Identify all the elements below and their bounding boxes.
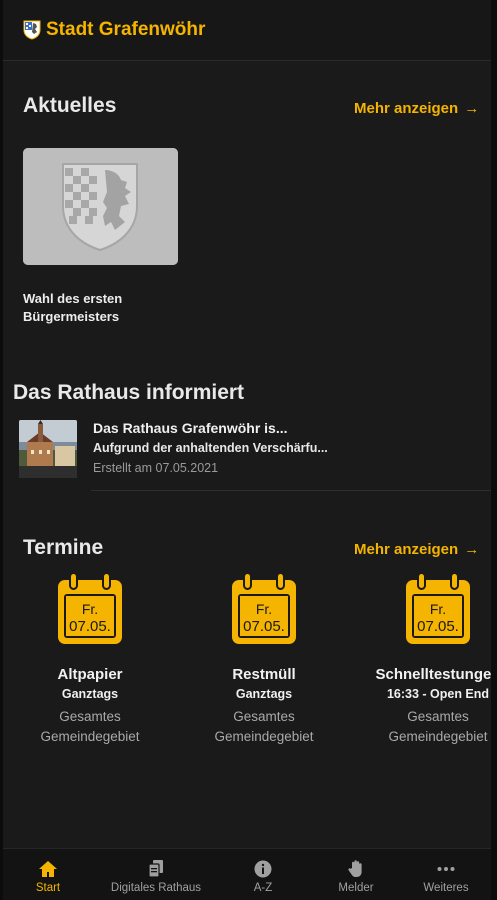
tab-label: A-Z: [253, 882, 273, 894]
town-hall-item-date: Erstellt am 07.05.2021: [93, 461, 219, 475]
event-area-line-2: Gemeindegebiet: [388, 729, 488, 744]
calendar-date: 07.05.: [417, 618, 459, 635]
events-more-label: Mehr anzeigen: [354, 541, 459, 558]
news-card-caption[interactable]: Wahl des ersten Bürgermeisters: [23, 290, 183, 326]
documents-icon: [148, 860, 163, 878]
tab-weiteres[interactable]: Weiteres: [397, 849, 491, 900]
event-area: Gesamtes Gemeindegebiet: [353, 707, 491, 747]
event-area-line-1: Gesamtes: [59, 709, 121, 724]
event-area-line-2: Gemeindegebiet: [40, 729, 140, 744]
info-icon: [254, 860, 272, 878]
calendar-icon: Fr. 07.05.: [232, 572, 296, 644]
tab-label: Digitales Rathaus: [110, 882, 202, 894]
news-more-link[interactable]: Mehr anzeigen →: [354, 100, 479, 117]
tab-label: Melder: [338, 882, 374, 894]
calendar-icon: Fr. 07.05.: [58, 572, 122, 644]
list-divider: [91, 490, 491, 491]
news-section-title: Aktuelles: [23, 94, 117, 117]
more-icon: [437, 867, 455, 871]
calendar-date: 07.05.: [243, 618, 285, 635]
arrow-right-icon: →: [464, 100, 480, 117]
bottom-tab-bar: Start Digitales Rathaus A-Z Melder Weite…: [3, 848, 491, 900]
town-hall-photo[interactable]: [19, 420, 77, 478]
event-area-line-2: Gemeindegebiet: [214, 729, 314, 744]
tab-label: Weiteres: [423, 882, 469, 894]
app-screen: Stadt Grafenwöhr Aktuelles Mehr anzeigen…: [3, 0, 491, 900]
news-more-label: Mehr anzeigen: [354, 100, 459, 117]
event-item[interactable]: Fr. 07.05. Schnelltestungen 16:33 - Open…: [353, 572, 491, 747]
calendar-icon: Fr. 07.05.: [406, 572, 470, 644]
tab-label: Start: [35, 882, 61, 894]
hand-icon: [348, 860, 362, 877]
event-time: Ganztags: [61, 687, 119, 701]
event-name: Schnelltestungen: [375, 666, 491, 683]
calendar-day: Fr.: [82, 601, 98, 617]
event-area: Gesamtes Gemeindegebiet: [179, 707, 349, 747]
event-area-line-1: Gesamtes: [407, 709, 469, 724]
event-time: 16:33 - Open End: [386, 687, 490, 701]
calendar-day: Fr.: [430, 601, 446, 617]
event-item[interactable]: Fr. 07.05. Restmüll Ganztags Gesamtes Ge…: [179, 572, 349, 747]
event-name: Restmüll: [232, 666, 296, 683]
event-time: Ganztags: [235, 687, 293, 701]
event-area-line-1: Gesamtes: [233, 709, 295, 724]
town-hall-item-title[interactable]: Das Rathaus Grafenwöhr is...: [93, 420, 288, 436]
event-name: Altpapier: [57, 666, 123, 683]
town-hall-item-summary: Aufgrund der anhaltenden Verschärfu...: [93, 441, 328, 455]
calendar-date: 07.05.: [69, 618, 111, 635]
event-area: Gesamtes Gemeindegebiet: [5, 707, 175, 747]
event-item[interactable]: Fr. 07.05. Altpapier Ganztags Gesamtes G…: [5, 572, 175, 747]
tab-a-z[interactable]: A-Z: [214, 849, 312, 900]
app-header: Stadt Grafenwöhr: [3, 0, 491, 61]
coat-of-arms-icon: [23, 20, 41, 40]
tab-start[interactable]: Start: [3, 849, 97, 900]
coat-of-arms-placeholder-icon: [23, 148, 178, 265]
town-hall-section-title: Das Rathaus informiert: [13, 381, 245, 404]
tab-melder[interactable]: Melder: [307, 849, 405, 900]
tab-digitales-rathaus[interactable]: Digitales Rathaus: [107, 849, 205, 900]
home-icon: [39, 861, 57, 877]
events-more-link[interactable]: Mehr anzeigen →: [354, 541, 479, 558]
calendar-day: Fr.: [256, 601, 272, 617]
events-section-title: Termine: [23, 536, 104, 559]
app-title: Stadt Grafenwöhr: [46, 19, 206, 40]
news-card-image[interactable]: [23, 148, 178, 265]
arrow-right-icon: →: [464, 541, 480, 558]
